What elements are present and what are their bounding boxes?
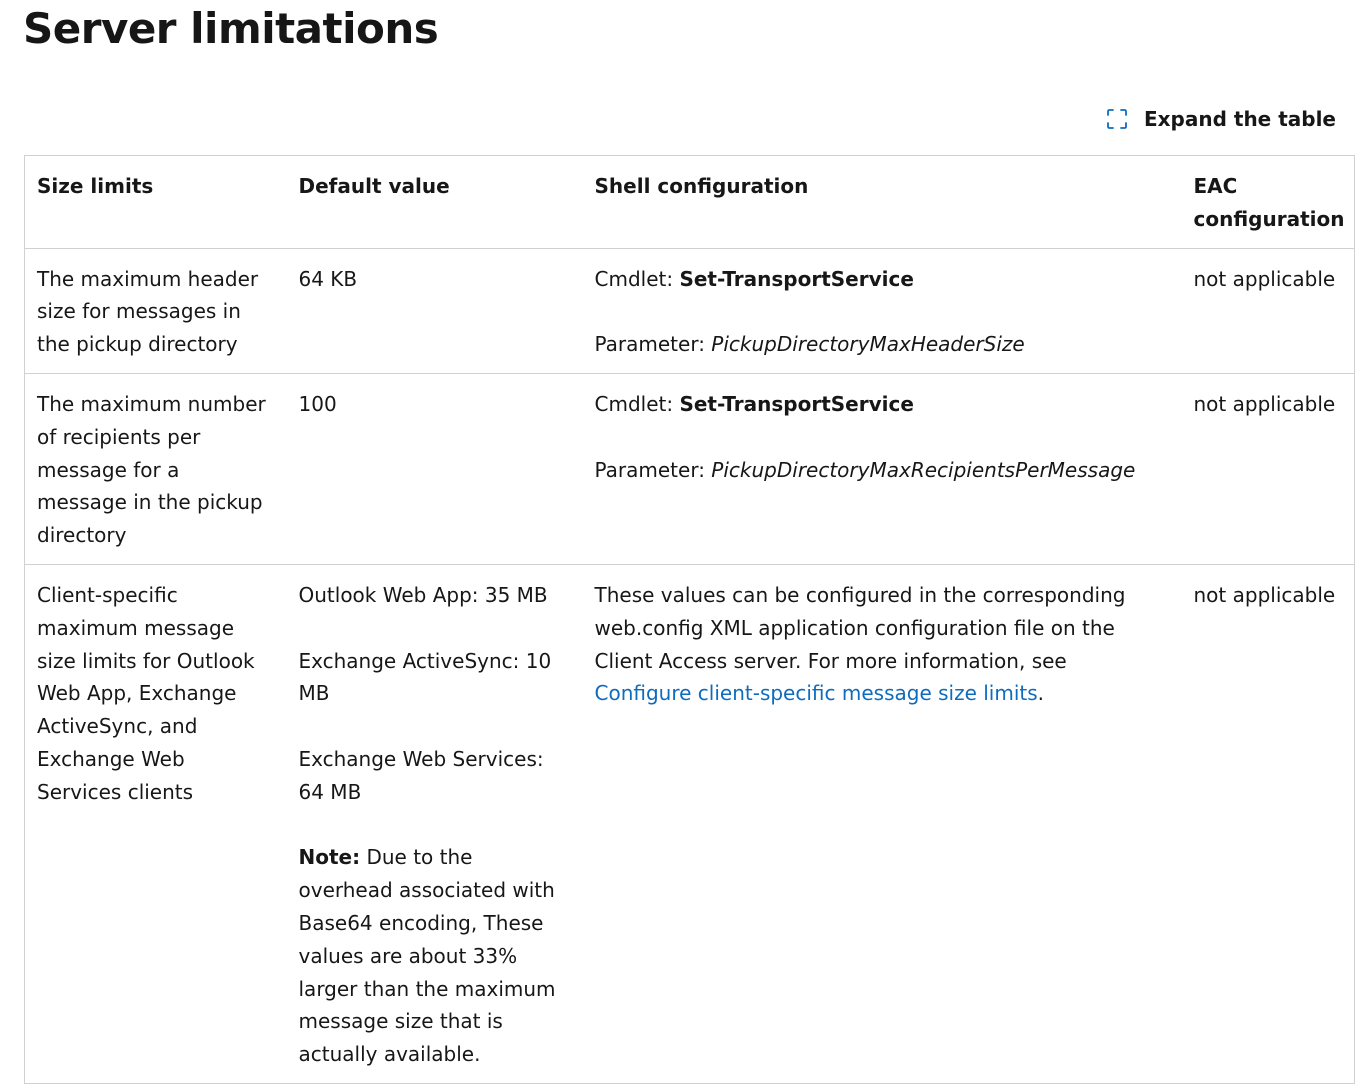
cell-default-value: 64 KB [298,266,358,291]
parameter-line: Parameter: PickupDirectoryMaxHeaderSize [595,328,1170,361]
cell-shell-configuration: Cmdlet: Set-TransportService Parameter: … [583,373,1182,564]
cmdlet-line: Cmdlet: Set-TransportService [595,388,1170,421]
table-header-row: Size limits Default value Shell configur… [24,155,1355,249]
header-shell-configuration: Shell configuration [582,155,1182,249]
table-row: The maximum header size for messages in … [24,248,1355,374]
expand-table-button[interactable]: Expand the table [1106,104,1336,134]
cell-shell-configuration: Cmdlet: Set-TransportService Parameter: … [583,248,1182,373]
header-eac-configuration: EAC configuration [1181,155,1355,249]
cmdlet-name: Set-TransportService [679,266,914,291]
parameter-label: Parameter: [594,457,712,482]
server-limits-table: Size limits Default value Shell configur… [24,155,1355,1084]
cell-default-value: Outlook Web App: 35 MB Exchange ActiveSy… [287,564,583,1083]
header-default-value: Default value [286,155,583,249]
parameter-name: PickupDirectoryMaxRecipientsPerMessage [711,457,1136,482]
shell-description: These values can be configured in the co… [595,579,1170,710]
cell-size-limit: The maximum header size for messages in … [37,266,259,357]
cell-eac-configuration: not applicable [1193,266,1336,291]
cell-eac-configuration: not applicable [1193,582,1336,607]
expand-table-label: Expand the table [1143,107,1336,131]
default-eas: Exchange ActiveSync: 10 MB [298,648,552,706]
default-ews: Exchange Web Services: 64 MB [298,746,544,804]
note-label: Note: [298,845,361,870]
note-text: Due to the overhead associated with Base… [298,845,556,1067]
cell-shell-configuration: These values can be configured in the co… [583,564,1182,1083]
cell-size-limit: The maximum number of recipients per mes… [37,391,266,548]
cell-default-value: 100 [298,391,337,416]
default-owa: Outlook Web App: 35 MB [298,582,548,607]
parameter-label: Parameter: [594,332,712,357]
cmdlet-line: Cmdlet: Set-TransportService [595,263,1170,296]
page-title: Server limitations [23,4,439,53]
parameter-line: Parameter: PickupDirectoryMaxRecipientsP… [595,454,1170,487]
note-paragraph: Note: Due to the overhead associated wit… [299,841,571,1071]
table-row: Client-specific maximum message size lim… [24,564,1355,1084]
shell-text: These values can be configured in the co… [594,582,1126,673]
cmdlet-label: Cmdlet: [594,266,680,291]
cmdlet-name: Set-TransportService [679,391,914,416]
expand-corners-icon [1106,108,1128,130]
parameter-name: PickupDirectoryMaxHeaderSize [711,332,1025,357]
shell-end: . [1037,681,1045,706]
cell-size-limit: Client-specific maximum message size lim… [37,582,255,804]
configure-limits-link[interactable]: Configure client-specific message size l… [595,681,1038,705]
server-limits-table-container: Size limits Default value Shell configur… [24,155,1355,1084]
cell-eac-configuration: not applicable [1193,391,1336,416]
header-size-limits: Size limits [24,155,287,249]
table-row: The maximum number of recipients per mes… [24,373,1355,565]
cmdlet-label: Cmdlet: [594,391,680,416]
